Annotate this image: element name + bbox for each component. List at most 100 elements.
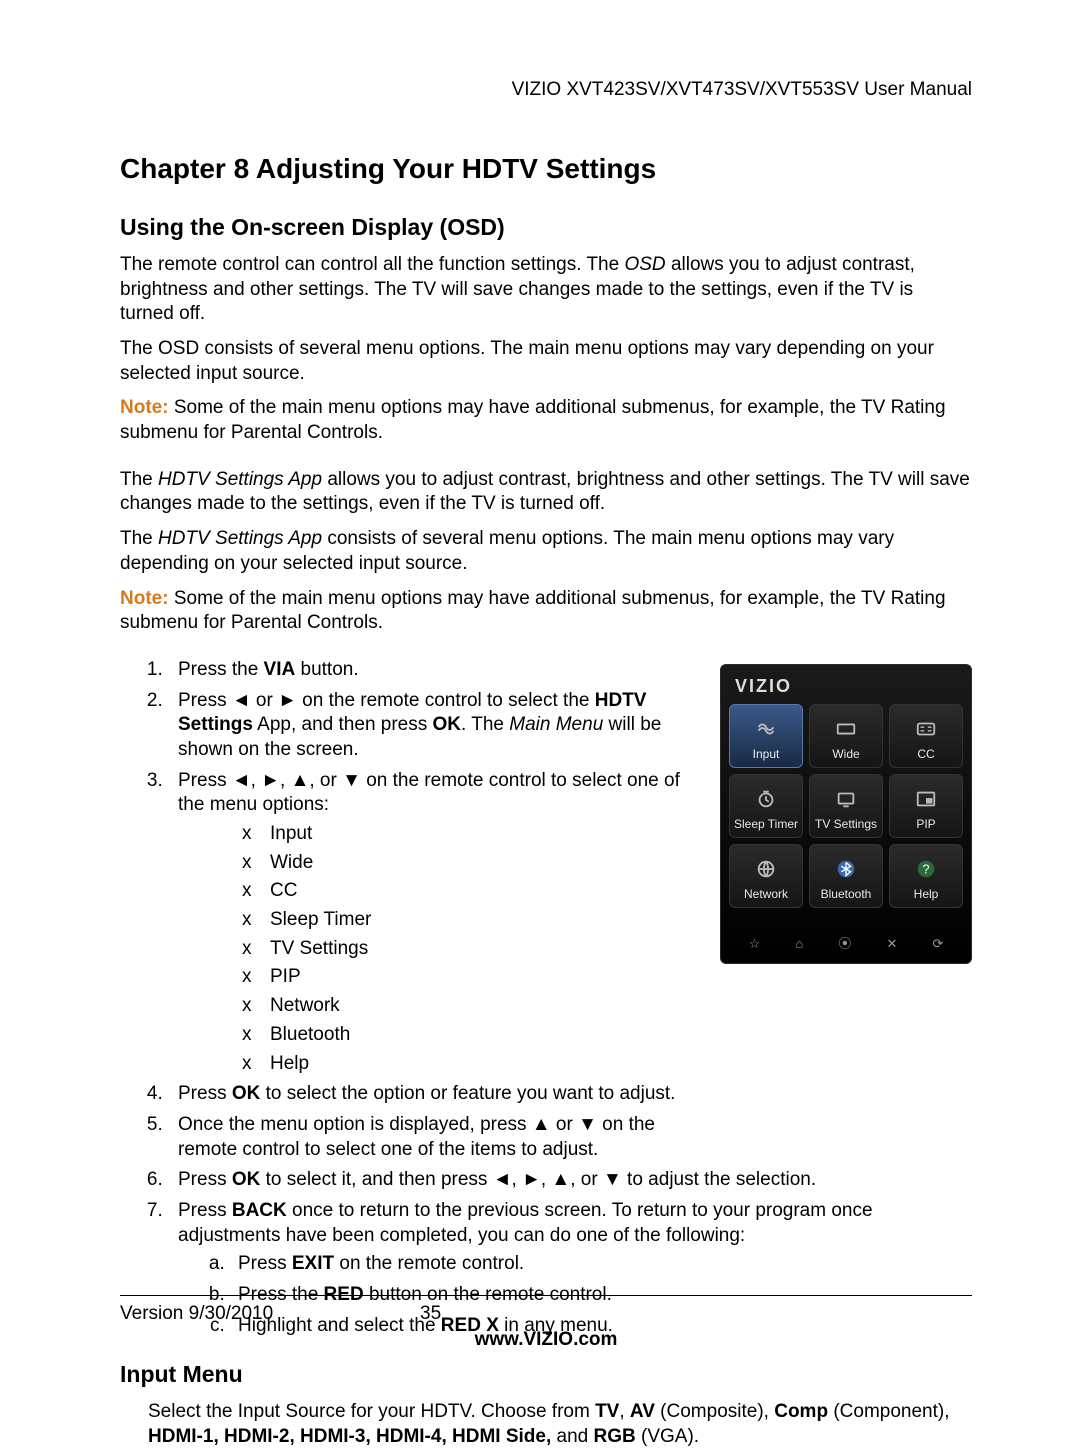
- note-text: Some of the main menu options may have a…: [120, 397, 946, 443]
- tv-icon: [831, 786, 861, 812]
- device-grid: Input Wide CC Sleep Timer TV Settings: [721, 704, 971, 908]
- chapter-number: Chapter 8: [120, 153, 249, 184]
- text: Press: [178, 1083, 232, 1104]
- osd-note-1: Note: Some of the main menu options may …: [120, 396, 972, 445]
- dock-ok-icon[interactable]: ⦿: [838, 936, 851, 953]
- device-dock: ☆ ⌂ ⦿ ✕ ⟳: [721, 918, 971, 957]
- bluetooth-icon: [831, 856, 861, 882]
- back-button: BACK: [232, 1200, 287, 1221]
- svg-text:?: ?: [922, 861, 929, 876]
- step-6: Press OK to select it, and then press ◄,…: [168, 1168, 972, 1193]
- step-2: Press ◄ or ► on the remote control to se…: [168, 689, 696, 763]
- note-label: Note:: [120, 588, 169, 609]
- globe-icon: [751, 856, 781, 882]
- page: VIZIO XVT423SV/XVT473SV/XVT553SV User Ma…: [0, 0, 1080, 1397]
- tile-label: Sleep Timer: [734, 818, 798, 832]
- wide-icon: [831, 716, 861, 742]
- clock-icon: [751, 786, 781, 812]
- pip-icon: [911, 786, 941, 812]
- text: Press: [178, 1200, 232, 1221]
- via-button: VIA: [264, 659, 296, 680]
- osd-para-2: The OSD consists of several menu options…: [120, 337, 972, 386]
- section-heading-osd: Using the On-screen Display (OSD): [120, 213, 972, 243]
- osd-note-2: Note: Some of the main menu options may …: [120, 587, 972, 636]
- text: (VGA).: [636, 1426, 699, 1447]
- ok-button: OK: [433, 714, 462, 735]
- ok-button: OK: [232, 1169, 261, 1190]
- tile-tv-settings[interactable]: TV Settings: [809, 774, 883, 838]
- steps-list: Press the VIA button. Press ◄ or ► on th…: [120, 658, 696, 1162]
- text: to select the option or feature you want…: [260, 1083, 675, 1104]
- footer-url: www.VIZIO.com: [120, 1328, 972, 1353]
- tile-label: TV Settings: [815, 818, 877, 832]
- src-av: AV: [630, 1401, 655, 1422]
- osd-block-1: The remote control can control all the f…: [120, 253, 972, 446]
- tile-label: Help: [914, 888, 939, 902]
- text: Press: [238, 1253, 292, 1274]
- tile-sleep-timer[interactable]: Sleep Timer: [729, 774, 803, 838]
- text: The: [120, 528, 158, 549]
- opt-sleep-timer: Sleep Timer: [242, 908, 696, 933]
- ok-button: OK: [232, 1083, 261, 1104]
- opt-bluetooth: Bluetooth: [242, 1023, 696, 1048]
- src-comp: Comp: [774, 1401, 828, 1422]
- text: (Composite),: [655, 1401, 774, 1422]
- tile-label: Input: [753, 748, 780, 762]
- device-brand: VIZIO: [721, 665, 971, 704]
- text: The remote control can control all the f…: [120, 254, 624, 275]
- header-product-line: VIZIO XVT423SV/XVT473SV/XVT553SV User Ma…: [120, 78, 972, 103]
- tile-bluetooth[interactable]: Bluetooth: [809, 844, 883, 908]
- tile-network[interactable]: Network: [729, 844, 803, 908]
- text: Press ◄ or ► on the remote control to se…: [178, 690, 595, 711]
- src-hdmi: HDMI-1, HDMI-2, HDMI-3, HDMI-4, HDMI Sid…: [148, 1426, 551, 1447]
- section-heading-input-menu: Input Menu: [120, 1360, 972, 1390]
- step-4: Press OK to select the option or feature…: [168, 1082, 696, 1107]
- osd-device-mock: VIZIO Input Wide CC Sleep Timer: [720, 664, 972, 964]
- note-label: Note:: [120, 397, 169, 418]
- text: ,: [619, 1401, 630, 1422]
- text: . The: [461, 714, 509, 735]
- text: (Component),: [828, 1401, 949, 1422]
- exit-button: EXIT: [292, 1253, 334, 1274]
- step-5: Once the menu option is displayed, press…: [168, 1113, 696, 1162]
- chapter-title: Chapter 8 Adjusting Your HDTV Settings: [120, 151, 972, 187]
- src-tv: TV: [595, 1401, 619, 1422]
- footer-page-number: 35: [420, 1302, 441, 1327]
- tile-label: Wide: [832, 748, 859, 762]
- text: Press: [178, 1169, 232, 1190]
- cc-icon: [911, 716, 941, 742]
- tile-input[interactable]: Input: [729, 704, 803, 768]
- dock-close-icon[interactable]: ✕: [886, 936, 897, 953]
- osd-para-1: The remote control can control all the f…: [120, 253, 972, 327]
- opt-pip: PIP: [242, 965, 696, 990]
- text: and: [551, 1426, 593, 1447]
- dock-refresh-icon[interactable]: ⟳: [933, 936, 944, 953]
- text: Select the Input Source for your HDTV. C…: [148, 1401, 595, 1422]
- main-menu-term: Main Menu: [509, 714, 603, 735]
- tile-cc[interactable]: CC: [889, 704, 963, 768]
- opt-wide: Wide: [242, 851, 696, 876]
- osd-block-2: The HDTV Settings App allows you to adju…: [120, 468, 972, 636]
- text: Press the: [178, 659, 264, 680]
- step-7a: Press EXIT on the remote control.: [230, 1252, 972, 1277]
- term: HDTV Settings App: [158, 528, 322, 549]
- dock-home-icon[interactable]: ⌂: [795, 936, 803, 953]
- tile-wide[interactable]: Wide: [809, 704, 883, 768]
- tile-label: Network: [744, 888, 788, 902]
- opt-cc: CC: [242, 879, 696, 904]
- note-text: Some of the main menu options may have a…: [120, 588, 946, 634]
- input-icon: [751, 716, 781, 742]
- help-icon: ?: [911, 856, 941, 882]
- chapter-name-text: Adjusting Your HDTV Settings: [256, 153, 656, 184]
- opt-tv-settings: TV Settings: [242, 937, 696, 962]
- dock-star-icon[interactable]: ☆: [749, 936, 761, 953]
- tile-label: Bluetooth: [821, 888, 872, 902]
- tile-pip[interactable]: PIP: [889, 774, 963, 838]
- page-footer: Version 9/30/2010 35 www.VIZIO.com: [120, 1295, 972, 1353]
- footer-divider: [120, 1295, 972, 1296]
- opt-network: Network: [242, 994, 696, 1019]
- steps-and-device: Press the VIA button. Press ◄ or ► on th…: [120, 658, 972, 1168]
- osd-term: OSD: [624, 254, 665, 275]
- tile-help[interactable]: ? Help: [889, 844, 963, 908]
- text: The: [120, 469, 158, 490]
